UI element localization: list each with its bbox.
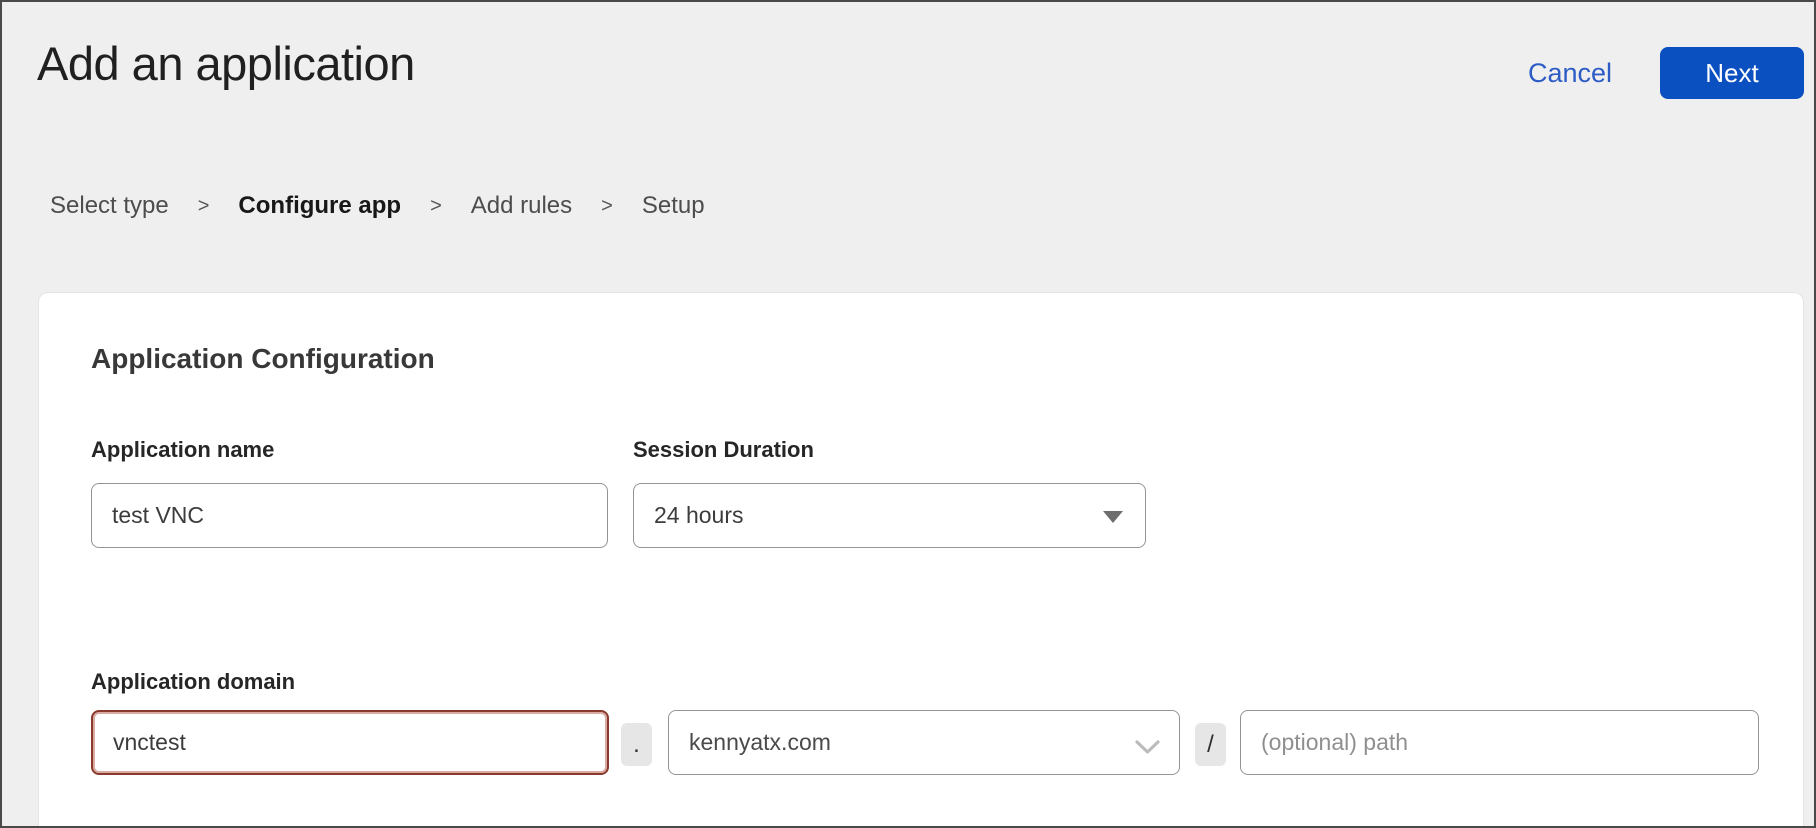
path-input[interactable] bbox=[1240, 710, 1759, 775]
chevron-down-icon bbox=[1134, 735, 1161, 762]
dot-separator: . bbox=[621, 723, 652, 766]
application-domain-label: Application domain bbox=[91, 669, 295, 695]
step-setup[interactable]: Setup bbox=[642, 192, 705, 220]
cancel-button[interactable]: Cancel bbox=[1528, 58, 1612, 89]
next-button[interactable]: Next bbox=[1660, 47, 1804, 99]
step-separator: > bbox=[430, 195, 442, 218]
domain-select[interactable]: kennyatx.com bbox=[668, 710, 1180, 775]
step-add-rules[interactable]: Add rules bbox=[471, 192, 572, 220]
header-actions: Cancel Next bbox=[1528, 47, 1804, 99]
application-name-input[interactable] bbox=[91, 483, 608, 548]
add-application-page: Add an application Cancel Next Select ty… bbox=[0, 0, 1816, 828]
slash-separator: / bbox=[1195, 723, 1226, 766]
subdomain-input[interactable] bbox=[91, 710, 609, 775]
step-configure-app[interactable]: Configure app bbox=[238, 192, 401, 220]
session-duration-label: Session Duration bbox=[633, 437, 814, 463]
wizard-stepper: Select type > Configure app > Add rules … bbox=[50, 192, 705, 220]
domain-select-value: kennyatx.com bbox=[689, 729, 831, 756]
application-name-label: Application name bbox=[91, 437, 274, 463]
session-duration-select[interactable]: 24 hours bbox=[633, 483, 1146, 548]
step-select-type[interactable]: Select type bbox=[50, 192, 169, 220]
section-title: Application Configuration bbox=[91, 343, 435, 375]
caret-down-icon bbox=[1103, 511, 1123, 523]
step-separator: > bbox=[601, 195, 613, 218]
session-duration-value: 24 hours bbox=[654, 502, 744, 529]
application-configuration-card: Application Configuration Application na… bbox=[38, 292, 1804, 828]
page-title: Add an application bbox=[37, 36, 415, 91]
step-separator: > bbox=[198, 195, 210, 218]
